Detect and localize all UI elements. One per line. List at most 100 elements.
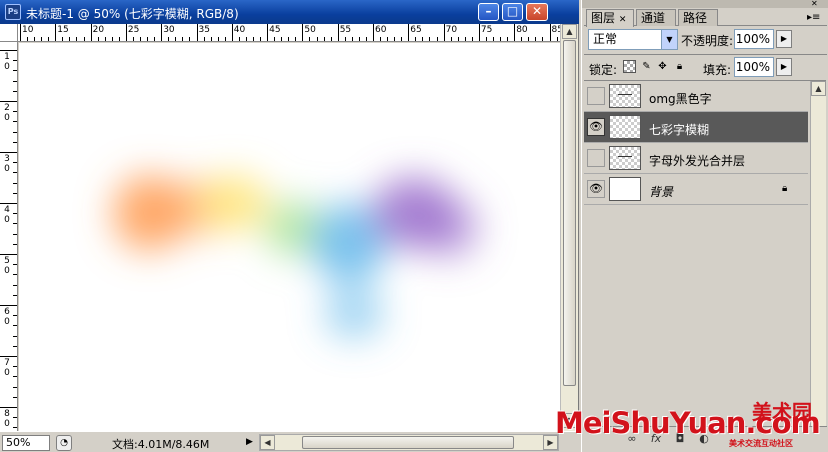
ruler-minor-tick: [401, 37, 403, 41]
blend-mode-select[interactable]: 正常 ▼: [588, 29, 678, 50]
tab-channels[interactable]: 通道: [636, 9, 676, 26]
link-icon[interactable]: ∞: [624, 431, 640, 447]
fill-input[interactable]: 100%: [734, 57, 774, 77]
ruler-minor-tick: [13, 172, 17, 174]
layer-row-rainbow-blur[interactable]: 👁︎ 七彩字模糊: [584, 112, 808, 143]
fill-slider-arrow-icon[interactable]: ▶: [776, 58, 792, 76]
horizontal-ruler[interactable]: 10 15 20 25 30 35 40 45 50 55 60 65 70 75 80 85: [18, 24, 560, 42]
ruler-major-tick: [0, 203, 17, 204]
ruler-minor-tick: [450, 37, 452, 41]
ruler-minor-tick: [252, 37, 254, 41]
ruler-minor-tick: [76, 37, 78, 41]
ruler-minor-tick: [281, 37, 283, 41]
panel-close-icon[interactable]: ✕: [811, 0, 818, 8]
zoom-field[interactable]: 50%: [2, 435, 50, 451]
layers-list-scrollbar[interactable]: ▲: [810, 81, 826, 427]
opacity-input[interactable]: 100%: [734, 29, 774, 49]
ruler-minor-tick: [500, 37, 502, 41]
ruler-minor-tick: [13, 243, 17, 245]
ruler-minor-tick: [210, 37, 212, 41]
ruler-major-tick: [0, 254, 17, 255]
ruler-minor-tick: [330, 37, 332, 41]
horizontal-scroll-thumb[interactable]: [302, 436, 514, 449]
status-bar: 50% ◔ 文档:4.01M/8.46M ▶ ◀ ▶: [0, 431, 579, 452]
layer-name: 字母外发光合并层: [649, 154, 746, 168]
ruler-minor-tick: [344, 37, 346, 41]
document-titlebar[interactable]: Ps 未标题-1 @ 50% (七彩字模糊, RGB/8) – □ ✕: [0, 0, 579, 24]
ruler-minor-tick: [13, 182, 17, 184]
ruler-minor-tick: [316, 37, 318, 41]
eye-icon[interactable]: 👁︎: [587, 118, 605, 136]
ruler-minor-tick: [13, 121, 17, 123]
status-options-icon[interactable]: ◔: [56, 435, 72, 451]
ruler-label: 1 0: [4, 52, 10, 72]
chevron-down-icon[interactable]: ▼: [661, 30, 677, 49]
layer-thumbnail: [609, 146, 641, 170]
lock-transparency-icon[interactable]: [623, 60, 636, 73]
status-menu-arrow-icon[interactable]: ▶: [246, 436, 256, 449]
opacity-slider-arrow-icon[interactable]: ▶: [776, 30, 792, 48]
visibility-toggle-empty[interactable]: [587, 87, 605, 105]
tab-layers[interactable]: 图层 ✕: [586, 9, 634, 27]
ruler-minor-tick: [118, 37, 120, 41]
document-size-info: 文档:4.01M/8.46M: [112, 438, 210, 451]
ruler-minor-tick: [13, 233, 17, 235]
scroll-down-arrow-icon[interactable]: ▼: [562, 413, 577, 428]
ruler-minor-tick: [13, 335, 17, 337]
close-icon: ✕: [531, 4, 543, 18]
layer-row-letter-glow-merged[interactable]: 字母外发光合并层: [584, 143, 808, 174]
tab-close-icon[interactable]: ✕: [619, 15, 627, 25]
vertical-scrollbar[interactable]: ▲ ▼: [560, 24, 578, 431]
lock-pixels-brush-icon[interactable]: ✎: [640, 60, 653, 73]
scroll-right-arrow-icon[interactable]: ▶: [543, 435, 558, 450]
ruler-label: 4 0: [4, 205, 10, 225]
ruler-label: 15: [57, 25, 69, 35]
ruler-minor-tick: [83, 37, 85, 41]
tab-layers-label: 图层: [591, 11, 616, 25]
panel-menu-icon[interactable]: ▸≡: [807, 12, 820, 23]
fx-icon[interactable]: fx: [648, 431, 664, 447]
ruler-minor-tick: [104, 37, 106, 41]
maximize-button[interactable]: □: [502, 3, 523, 21]
opacity-label: 不透明度:: [681, 34, 734, 48]
ruler-minor-tick: [182, 37, 184, 41]
horizontal-scrollbar[interactable]: ◀ ▶: [259, 434, 559, 451]
visibility-toggle-empty[interactable]: [587, 149, 605, 167]
ruler-origin[interactable]: [0, 24, 18, 42]
layers-list: omg黑色字 👁︎ 七彩字模糊 字母外发光合并层 👁︎ 背景 🔒︎ ▲: [584, 80, 826, 427]
ruler-label: 55: [339, 25, 352, 35]
scroll-left-arrow-icon[interactable]: ◀: [260, 435, 275, 450]
ruler-minor-tick: [464, 37, 466, 41]
photoshop-workspace: Ps 未标题-1 @ 50% (七彩字模糊, RGB/8) – □ ✕ 10 15…: [0, 0, 828, 452]
minimize-button[interactable]: –: [478, 3, 499, 21]
ruler-minor-tick: [245, 37, 247, 41]
ruler-minor-tick: [111, 37, 113, 41]
minimize-icon: –: [485, 4, 492, 18]
ruler-minor-tick: [13, 294, 17, 296]
mask-icon[interactable]: ◘: [672, 431, 688, 447]
document-canvas[interactable]: [19, 43, 560, 431]
panel-grip[interactable]: ✕: [582, 0, 828, 8]
ruler-minor-tick: [62, 37, 64, 41]
tab-paths[interactable]: 路径: [678, 9, 718, 26]
close-button[interactable]: ✕: [526, 3, 548, 21]
eye-icon[interactable]: 👁︎: [587, 180, 605, 198]
ruler-minor-tick: [69, 37, 71, 41]
layer-row-background[interactable]: 👁︎ 背景 🔒︎: [584, 174, 808, 205]
ruler-minor-tick: [457, 37, 459, 41]
fill-label: 填充:: [703, 63, 732, 77]
scroll-up-arrow-icon[interactable]: ▲: [562, 24, 577, 39]
lock-all-icon[interactable]: 🔒︎: [673, 60, 686, 73]
layer-row-omg-black-text[interactable]: omg黑色字: [584, 81, 808, 112]
scroll-up-arrow-icon[interactable]: ▲: [811, 81, 826, 96]
ruler-label: 20: [92, 25, 105, 35]
vertical-scroll-thumb[interactable]: [563, 40, 576, 386]
adjustment-icon[interactable]: ◐: [696, 431, 712, 447]
ruler-major-tick: [196, 24, 198, 41]
ruler-label: 3 0: [4, 154, 10, 174]
vertical-ruler[interactable]: 1 0 2 0 3 0 4 0 5 0 6 0 7 0 8 0: [0, 42, 18, 431]
lock-position-move-icon[interactable]: ✥: [656, 60, 669, 73]
ruler-label: 85: [551, 25, 561, 35]
blur-color-blob: [200, 175, 268, 231]
divider: [584, 54, 827, 55]
